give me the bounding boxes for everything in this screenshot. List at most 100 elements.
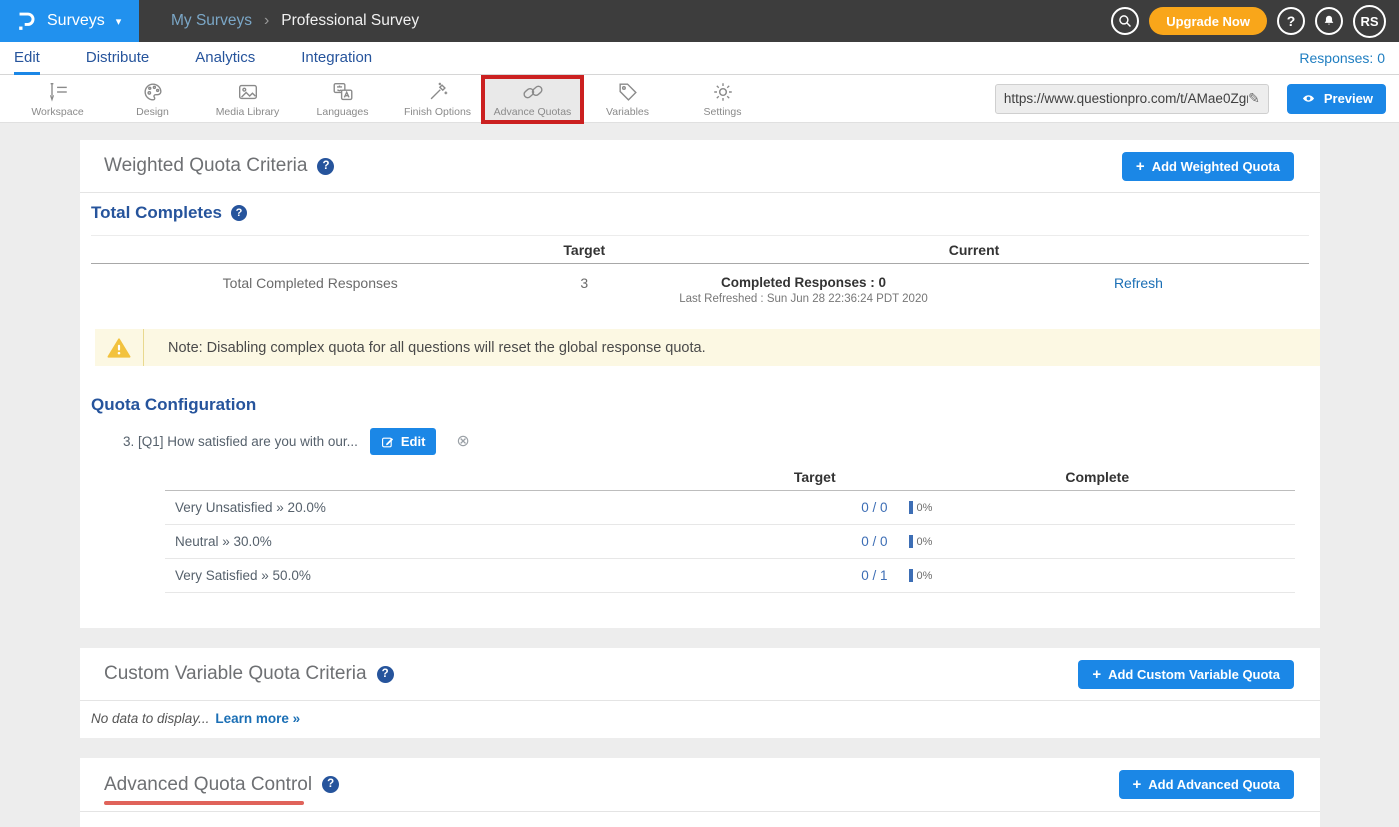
finish-options-wand-icon xyxy=(426,80,450,104)
refresh-link[interactable]: Refresh xyxy=(1114,275,1163,291)
upgrade-now-button[interactable]: Upgrade Now xyxy=(1149,7,1267,35)
advanced-quota-title: Advanced Quota Control xyxy=(104,774,312,796)
edit-button-label: Edit xyxy=(401,434,426,449)
variables-tag-icon xyxy=(616,80,640,104)
column-target: Target xyxy=(730,469,900,485)
add-weighted-quota-label: Add Weighted Quota xyxy=(1152,159,1280,174)
edit-url-pencil-icon[interactable]: ✎ xyxy=(1248,90,1260,107)
column-complete: Complete xyxy=(900,469,1296,485)
last-refreshed-timestamp: Last Refreshed : Sun Jun 28 22:36:24 PDT… xyxy=(639,293,968,305)
progress-percent: 0% xyxy=(917,502,933,514)
add-weighted-quota-button[interactable]: + Add Weighted Quota xyxy=(1122,152,1294,181)
answer-option-label: Very Unsatisfied » 20.0% xyxy=(165,500,730,515)
target-count: 0 / 0 xyxy=(730,500,900,515)
total-completes-help-icon[interactable]: ? xyxy=(231,205,247,221)
custom-variable-quota-header: Custom Variable Quota Criteria ? + Add C… xyxy=(80,648,1320,701)
note-text: Note: Disabling complex quota for all qu… xyxy=(144,340,706,356)
search-icon xyxy=(1117,13,1133,29)
total-completes-row: Total Completed Responses 3 Completed Re… xyxy=(91,264,1309,317)
weighted-quota-header: Weighted Quota Criteria ? + Add Weighted… xyxy=(80,140,1320,193)
total-completes-title: Total Completes xyxy=(91,203,222,223)
breadcrumb-current-survey: Professional Survey xyxy=(281,12,419,30)
weighted-quota-help-icon[interactable]: ? xyxy=(317,158,334,175)
quota-question-row: 3. [Q1] How satisfied are you with our..… xyxy=(123,428,470,455)
custom-variable-quota-title: Custom Variable Quota Criteria xyxy=(104,663,367,685)
plus-icon: + xyxy=(1092,667,1101,682)
tab-edit[interactable]: Edit xyxy=(14,42,40,75)
complete-cell: 0% xyxy=(900,501,1296,514)
toolbar-languages[interactable]: Languages xyxy=(295,75,390,123)
help-button[interactable]: ? xyxy=(1277,7,1305,35)
total-completes-title-wrap: Total Completes ? xyxy=(91,203,247,223)
current-cell: Completed Responses : 0 Last Refreshed :… xyxy=(639,275,968,305)
target-value: 3 xyxy=(529,275,639,291)
question-icon: ? xyxy=(1287,13,1296,29)
settings-gear-icon xyxy=(711,80,735,104)
responses-count: Responses: 0 xyxy=(1299,50,1385,66)
edit-toolbar: Workspace Design Media Library Languages… xyxy=(0,75,1399,123)
progress-bar xyxy=(909,569,913,582)
progress-percent: 0% xyxy=(917,570,933,582)
product-menu[interactable]: Surveys ▾ xyxy=(0,0,139,42)
column-target: Target xyxy=(529,242,639,258)
design-palette-icon xyxy=(141,80,165,104)
toolbar-workspace[interactable]: Workspace xyxy=(10,75,105,123)
total-completes-table: Target Current Total Completed Responses… xyxy=(91,235,1309,317)
remove-quota-icon[interactable]: ⊗ xyxy=(456,434,469,450)
survey-url-input[interactable] xyxy=(1004,91,1248,106)
toolbar-settings[interactable]: Settings xyxy=(675,75,770,123)
complete-cell: 0% xyxy=(900,569,1296,582)
media-library-icon xyxy=(236,80,260,104)
advanced-quota-help-icon[interactable]: ? xyxy=(322,776,339,793)
total-completed-responses-label: Total Completed Responses xyxy=(91,275,529,291)
toolbar-settings-label: Settings xyxy=(704,106,742,118)
table-row: Very Unsatisfied » 20.0% 0 / 0 0% xyxy=(165,491,1295,525)
quota-table-header: Target Complete xyxy=(165,463,1295,491)
languages-icon xyxy=(331,80,355,104)
add-custom-variable-quota-button[interactable]: + Add Custom Variable Quota xyxy=(1078,660,1294,689)
breadcrumb: My Surveys › Professional Survey xyxy=(171,12,419,30)
user-avatar[interactable]: RS xyxy=(1353,5,1386,38)
toolbar-design[interactable]: Design xyxy=(105,75,200,123)
notifications-button[interactable] xyxy=(1315,7,1343,35)
progress-bar xyxy=(909,501,913,514)
table-row: Very Satisfied » 50.0% 0 / 1 0% xyxy=(165,559,1295,593)
topbar-actions: Upgrade Now ? RS xyxy=(1111,5,1399,38)
add-advanced-quota-label: Add Advanced Quota xyxy=(1148,777,1280,792)
toolbar-advance-quotas-label: Advance Quotas xyxy=(494,106,572,118)
custom-variable-help-icon[interactable]: ? xyxy=(377,666,394,683)
advanced-quota-card: Advanced Quota Control ? + Add Advanced … xyxy=(80,758,1320,827)
breadcrumb-my-surveys[interactable]: My Surveys xyxy=(171,12,252,30)
toolbar-variables[interactable]: Variables xyxy=(580,75,675,123)
preview-button[interactable]: Preview xyxy=(1287,84,1386,114)
edit-question-quota-button[interactable]: Edit xyxy=(370,428,437,455)
topbar: Surveys ▾ My Surveys › Professional Surv… xyxy=(0,0,1399,42)
toolbar-advance-quotas[interactable]: Advance Quotas xyxy=(485,75,580,123)
learn-more-link[interactable]: Learn more » xyxy=(215,711,300,726)
quota-note-banner: Note: Disabling complex quota for all qu… xyxy=(95,329,1320,366)
toolbar-media-library[interactable]: Media Library xyxy=(200,75,295,123)
advanced-quota-header: Advanced Quota Control ? + Add Advanced … xyxy=(80,758,1320,812)
toolbar-finish-options[interactable]: Finish Options xyxy=(390,75,485,123)
total-completes-table-header: Target Current xyxy=(91,236,1309,264)
search-button[interactable] xyxy=(1111,7,1139,35)
answer-option-label: Very Satisfied » 50.0% xyxy=(165,568,730,583)
completed-responses-count: Completed Responses : 0 xyxy=(639,275,968,290)
add-custom-variable-quota-label: Add Custom Variable Quota xyxy=(1108,667,1280,682)
target-count: 0 / 1 xyxy=(730,568,900,583)
quota-configuration-title-wrap: Quota Configuration xyxy=(91,395,256,415)
chevron-down-icon: ▾ xyxy=(116,15,122,28)
quota-question-label: 3. [Q1] How satisfied are you with our..… xyxy=(123,434,358,449)
column-current: Current xyxy=(639,242,1309,258)
advanced-quota-title-wrap: Advanced Quota Control ? xyxy=(104,774,339,796)
survey-url-field: ✎ xyxy=(995,84,1269,114)
tab-analytics[interactable]: Analytics xyxy=(195,42,255,75)
preview-button-label: Preview xyxy=(1324,91,1373,106)
tab-integration[interactable]: Integration xyxy=(301,42,372,75)
weighted-quota-card: Weighted Quota Criteria ? + Add Weighted… xyxy=(80,140,1320,628)
table-row: Neutral » 30.0% 0 / 0 0% xyxy=(165,525,1295,559)
tab-distribute[interactable]: Distribute xyxy=(86,42,149,75)
target-count: 0 / 0 xyxy=(730,534,900,549)
advance-quotas-chain-icon xyxy=(521,80,545,104)
add-advanced-quota-button[interactable]: + Add Advanced Quota xyxy=(1119,770,1294,799)
